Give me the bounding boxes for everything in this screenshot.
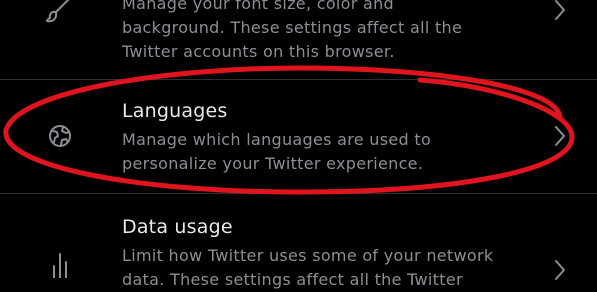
chevron-right-icon bbox=[553, 124, 567, 152]
settings-item-description: Manage which languages are used to perso… bbox=[122, 128, 552, 176]
settings-item-title: Data usage bbox=[122, 216, 233, 238]
brush-icon bbox=[44, 0, 72, 28]
description-line: Manage which languages are used to bbox=[122, 130, 432, 149]
chevron-right-icon bbox=[553, 0, 567, 26]
description-line: Twitter accounts on this browser. bbox=[122, 42, 395, 61]
description-line: background. These settings affect all th… bbox=[122, 18, 463, 37]
description-line: data. These settings affect all the Twit… bbox=[122, 270, 463, 289]
settings-item-description: Manage your font size, color and backgro… bbox=[122, 0, 552, 64]
description-line: personalize your Twitter experience. bbox=[122, 154, 424, 173]
settings-item-languages[interactable]: Languages Manage which languages are use… bbox=[0, 80, 597, 193]
settings-item-description: Limit how Twitter uses some of your netw… bbox=[122, 244, 552, 292]
description-line: Manage your font size, color and bbox=[122, 0, 395, 13]
chevron-right-icon bbox=[553, 258, 567, 286]
globe-icon bbox=[47, 123, 73, 153]
settings-item-title: Languages bbox=[122, 100, 228, 122]
description-line: Limit how Twitter uses some of your netw… bbox=[122, 246, 494, 265]
settings-item-display[interactable]: Manage your font size, color and backgro… bbox=[0, 0, 597, 80]
bar-chart-icon bbox=[49, 248, 71, 282]
settings-item-data-usage[interactable]: Data usage Limit how Twitter uses some o… bbox=[0, 194, 597, 289]
